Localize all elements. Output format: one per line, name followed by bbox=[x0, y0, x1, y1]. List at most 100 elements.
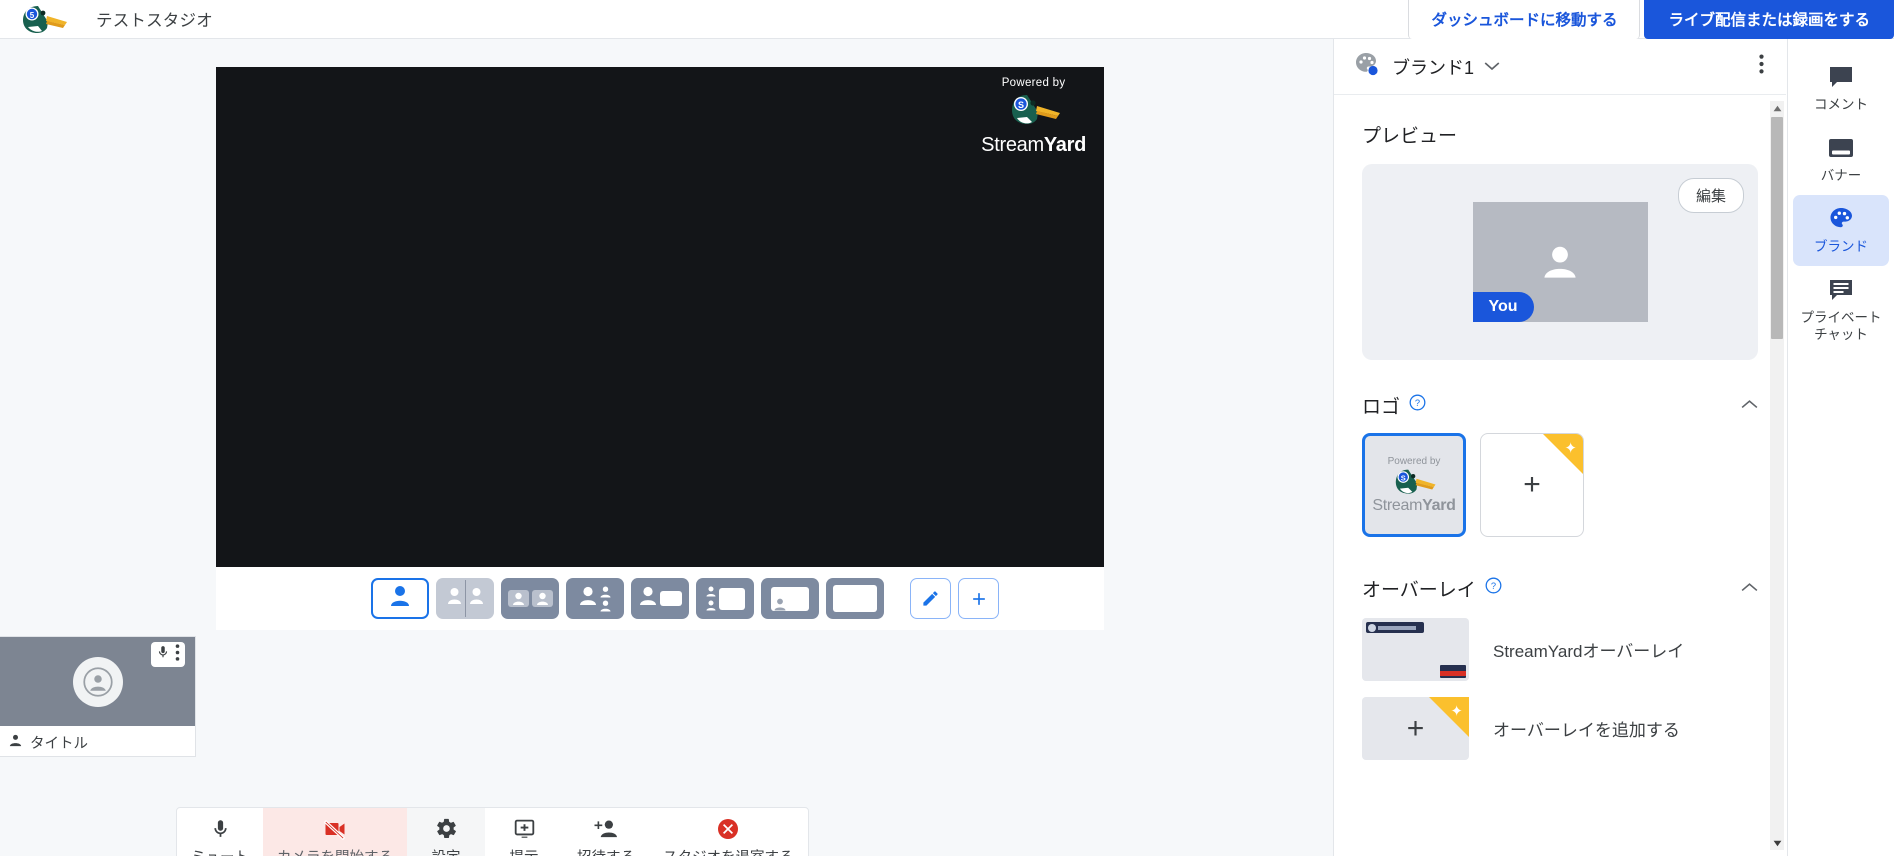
streamyard-watermark: Powered by S StreamYard bbox=[981, 77, 1086, 157]
rail-item-comments[interactable]: コメント bbox=[1793, 53, 1889, 124]
chevron-down-icon[interactable] bbox=[1484, 58, 1500, 76]
add-overlay-plus-icon: + bbox=[1406, 711, 1425, 745]
edit-layout-button[interactable] bbox=[910, 578, 951, 619]
settings-button[interactable]: 設定 bbox=[407, 808, 485, 856]
leave-studio-button-label: スタジオを退室する bbox=[663, 846, 794, 856]
scrollbar-thumb[interactable] bbox=[1771, 117, 1783, 339]
header-actions: ダッシュボードに移動する ライブ配信または録画をする bbox=[1408, 0, 1894, 39]
logo-section-header: ロゴ ? bbox=[1362, 392, 1758, 419]
person-silhouette-icon bbox=[1544, 246, 1576, 278]
brand-panel-scrollbar[interactable] bbox=[1770, 101, 1784, 850]
streamyard-duck-logo-icon[interactable]: 5 bbox=[18, 0, 70, 39]
pencil-icon bbox=[923, 591, 938, 606]
layout-option-small-person-screen[interactable] bbox=[761, 578, 819, 619]
person-icon bbox=[8, 733, 23, 752]
avatar-placeholder-icon bbox=[82, 666, 113, 697]
brand-panel: ブランド1 プレビュー 編集 You ロゴ ? Powered by S Str… bbox=[1333, 39, 1786, 856]
scrollbar-down-arrow-icon[interactable] bbox=[1770, 836, 1784, 850]
overlay-item-label: オーバーレイを追加する bbox=[1493, 721, 1680, 740]
logo-tile-wordmark: StreamYard bbox=[1372, 496, 1456, 514]
invite-button-label: 招待する bbox=[577, 846, 635, 856]
brand-panel-header: ブランド1 bbox=[1334, 39, 1786, 95]
layout-option-one-plus-two[interactable] bbox=[566, 578, 624, 619]
overlay-item-add[interactable]: ✦ + オーバーレイを追加する bbox=[1362, 697, 1758, 760]
leave-circle-x-icon bbox=[716, 816, 740, 842]
add-layout-button[interactable] bbox=[958, 578, 999, 619]
add-logo-plus-icon: + bbox=[1523, 468, 1541, 501]
video-canvas[interactable]: Powered by S StreamYard bbox=[216, 67, 1104, 567]
svg-text:S: S bbox=[1401, 473, 1406, 482]
layout-option-solo[interactable] bbox=[371, 578, 429, 619]
overlay-section-header: オーバーレイ ? bbox=[1362, 575, 1758, 602]
mute-button[interactable]: ミュート bbox=[177, 808, 263, 856]
add-overlay-thumb: ✦ + bbox=[1362, 697, 1469, 760]
person-glyph-icon bbox=[390, 585, 410, 612]
rail-item-banner[interactable]: バナー bbox=[1793, 124, 1889, 195]
layout-option-screen-only[interactable] bbox=[826, 578, 884, 619]
preview-edit-button[interactable]: 編集 bbox=[1677, 178, 1744, 213]
logo-tile-streamyard[interactable]: Powered by S StreamYard bbox=[1362, 433, 1466, 537]
svg-text:?: ? bbox=[1415, 398, 1420, 408]
svg-text:5: 5 bbox=[30, 11, 35, 20]
mute-button-label: ミュート bbox=[191, 846, 249, 856]
go-live-or-record-button[interactable]: ライブ配信または録画をする bbox=[1644, 0, 1894, 39]
present-screen-icon bbox=[513, 816, 536, 842]
layout-option-two-and-screen[interactable] bbox=[696, 578, 754, 619]
layout-option-two-split[interactable] bbox=[436, 578, 494, 619]
palette-icon bbox=[1354, 51, 1380, 82]
watermark-powered-by: Powered by bbox=[1001, 77, 1066, 89]
question-circle-icon[interactable]: ? bbox=[1409, 394, 1426, 417]
microphone-icon[interactable] bbox=[156, 643, 170, 666]
layout-options bbox=[371, 578, 884, 619]
participant-tile[interactable]: タイトル bbox=[0, 636, 196, 757]
start-camera-button[interactable]: カメラを開始する bbox=[263, 808, 407, 856]
layout-option-person-and-screen[interactable] bbox=[631, 578, 689, 619]
overlay-section-title-group: オーバーレイ ? bbox=[1362, 575, 1502, 602]
layout-picker-bar bbox=[216, 567, 1104, 630]
camera-off-icon bbox=[323, 816, 348, 842]
logo-tile-add[interactable]: ✦ + bbox=[1480, 433, 1584, 537]
screen-glyph-icon bbox=[833, 585, 877, 612]
screen-with-person-icon bbox=[771, 586, 809, 611]
overlay-section: オーバーレイ ? StreamYardオーバーレイ ✦ + オーバーレイを追加す… bbox=[1362, 575, 1758, 760]
participant-label-row: タイトル bbox=[0, 726, 195, 758]
invite-button[interactable]: 招待する bbox=[563, 808, 649, 856]
participant-video-area bbox=[0, 637, 195, 726]
avatar bbox=[72, 656, 123, 707]
rail-item-private-chat-label: プライベートチャット bbox=[1800, 309, 1882, 342]
person-cell-icon bbox=[507, 590, 529, 607]
logo-section: ロゴ ? Powered by S StreamYard ✦ + bbox=[1362, 392, 1758, 537]
person-cell-icon bbox=[531, 590, 553, 607]
go-to-dashboard-button[interactable]: ダッシュボードに移動する bbox=[1408, 0, 1641, 39]
logo-section-collapse-chevron-up-icon[interactable] bbox=[1741, 397, 1758, 415]
overlay-section-title: オーバーレイ bbox=[1362, 580, 1476, 601]
present-button[interactable]: 提示 bbox=[485, 808, 563, 856]
bottom-toolbar: ミュート カメラを開始する 設定 提示 bbox=[176, 807, 809, 856]
comment-bubble-icon bbox=[1828, 64, 1854, 90]
logo-tiles: Powered by S StreamYard ✦ + bbox=[1362, 433, 1758, 537]
scrollbar-up-arrow-icon[interactable] bbox=[1770, 101, 1784, 115]
small-people-stack-icon bbox=[706, 586, 716, 611]
microphone-icon bbox=[210, 816, 231, 842]
layout-option-two-cells[interactable] bbox=[501, 578, 559, 619]
person-glyph-icon bbox=[579, 586, 597, 611]
layout-tools bbox=[910, 578, 999, 619]
premium-corner-badge bbox=[1543, 434, 1583, 474]
overlay-thumb-bottom-badge bbox=[1440, 665, 1466, 678]
leave-studio-button[interactable]: スタジオを退室する bbox=[649, 808, 808, 856]
studio-title: テストスタジオ bbox=[96, 12, 213, 30]
kebab-menu-icon[interactable] bbox=[175, 643, 180, 666]
rail-item-comments-label: コメント bbox=[1814, 97, 1868, 112]
watermark-wordmark: StreamYard bbox=[981, 134, 1086, 156]
rail-item-private-chat[interactable]: プライベートチャット bbox=[1793, 266, 1889, 354]
logo-tile-powered-by: Powered by bbox=[1387, 455, 1441, 467]
brand-panel-kebab-menu-icon[interactable] bbox=[1753, 48, 1770, 85]
rail-item-brand[interactable]: ブランド bbox=[1793, 194, 1889, 266]
overlay-item-streamyard[interactable]: StreamYardオーバーレイ bbox=[1362, 618, 1758, 681]
settings-button-label: 設定 bbox=[432, 846, 461, 856]
right-rail: コメント バナー ブランド プライベートチャット bbox=[1787, 39, 1894, 856]
screen-glyph-icon bbox=[659, 591, 682, 606]
preview-box: 編集 You bbox=[1362, 164, 1758, 360]
question-circle-icon[interactable]: ? bbox=[1485, 577, 1502, 600]
overlay-section-collapse-chevron-up-icon[interactable] bbox=[1741, 580, 1758, 598]
